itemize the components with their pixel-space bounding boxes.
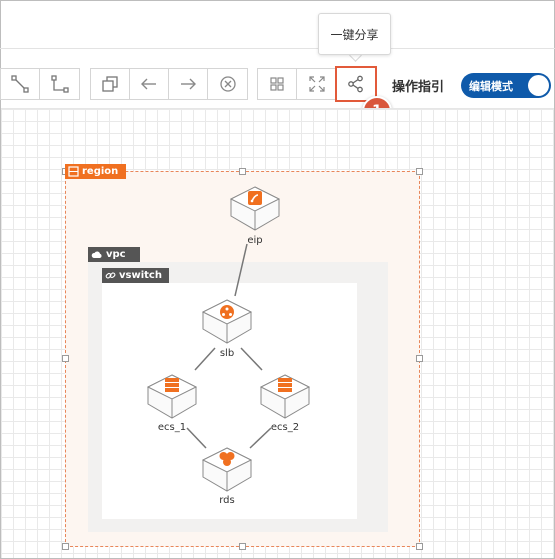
ecs2-label: ecs_2	[270, 422, 300, 433]
eip-node[interactable]	[228, 185, 282, 233]
rds-label: rds	[219, 495, 235, 506]
slb-icon	[220, 305, 234, 319]
rds-node[interactable]	[200, 446, 254, 494]
ecs1-node[interactable]	[145, 373, 199, 421]
ecs2-icon	[278, 378, 292, 392]
eip-label: eip	[247, 235, 263, 246]
slb-label: slb	[219, 348, 235, 359]
connection-lines	[186, 243, 272, 449]
ecs1-icon	[165, 378, 179, 392]
edge-eip-slb[interactable]	[234, 243, 248, 297]
slb-node[interactable]	[200, 298, 254, 346]
ecs1-label: ecs_1	[157, 422, 187, 433]
eip-icon	[248, 191, 262, 205]
ecs2-node[interactable]	[258, 373, 312, 421]
